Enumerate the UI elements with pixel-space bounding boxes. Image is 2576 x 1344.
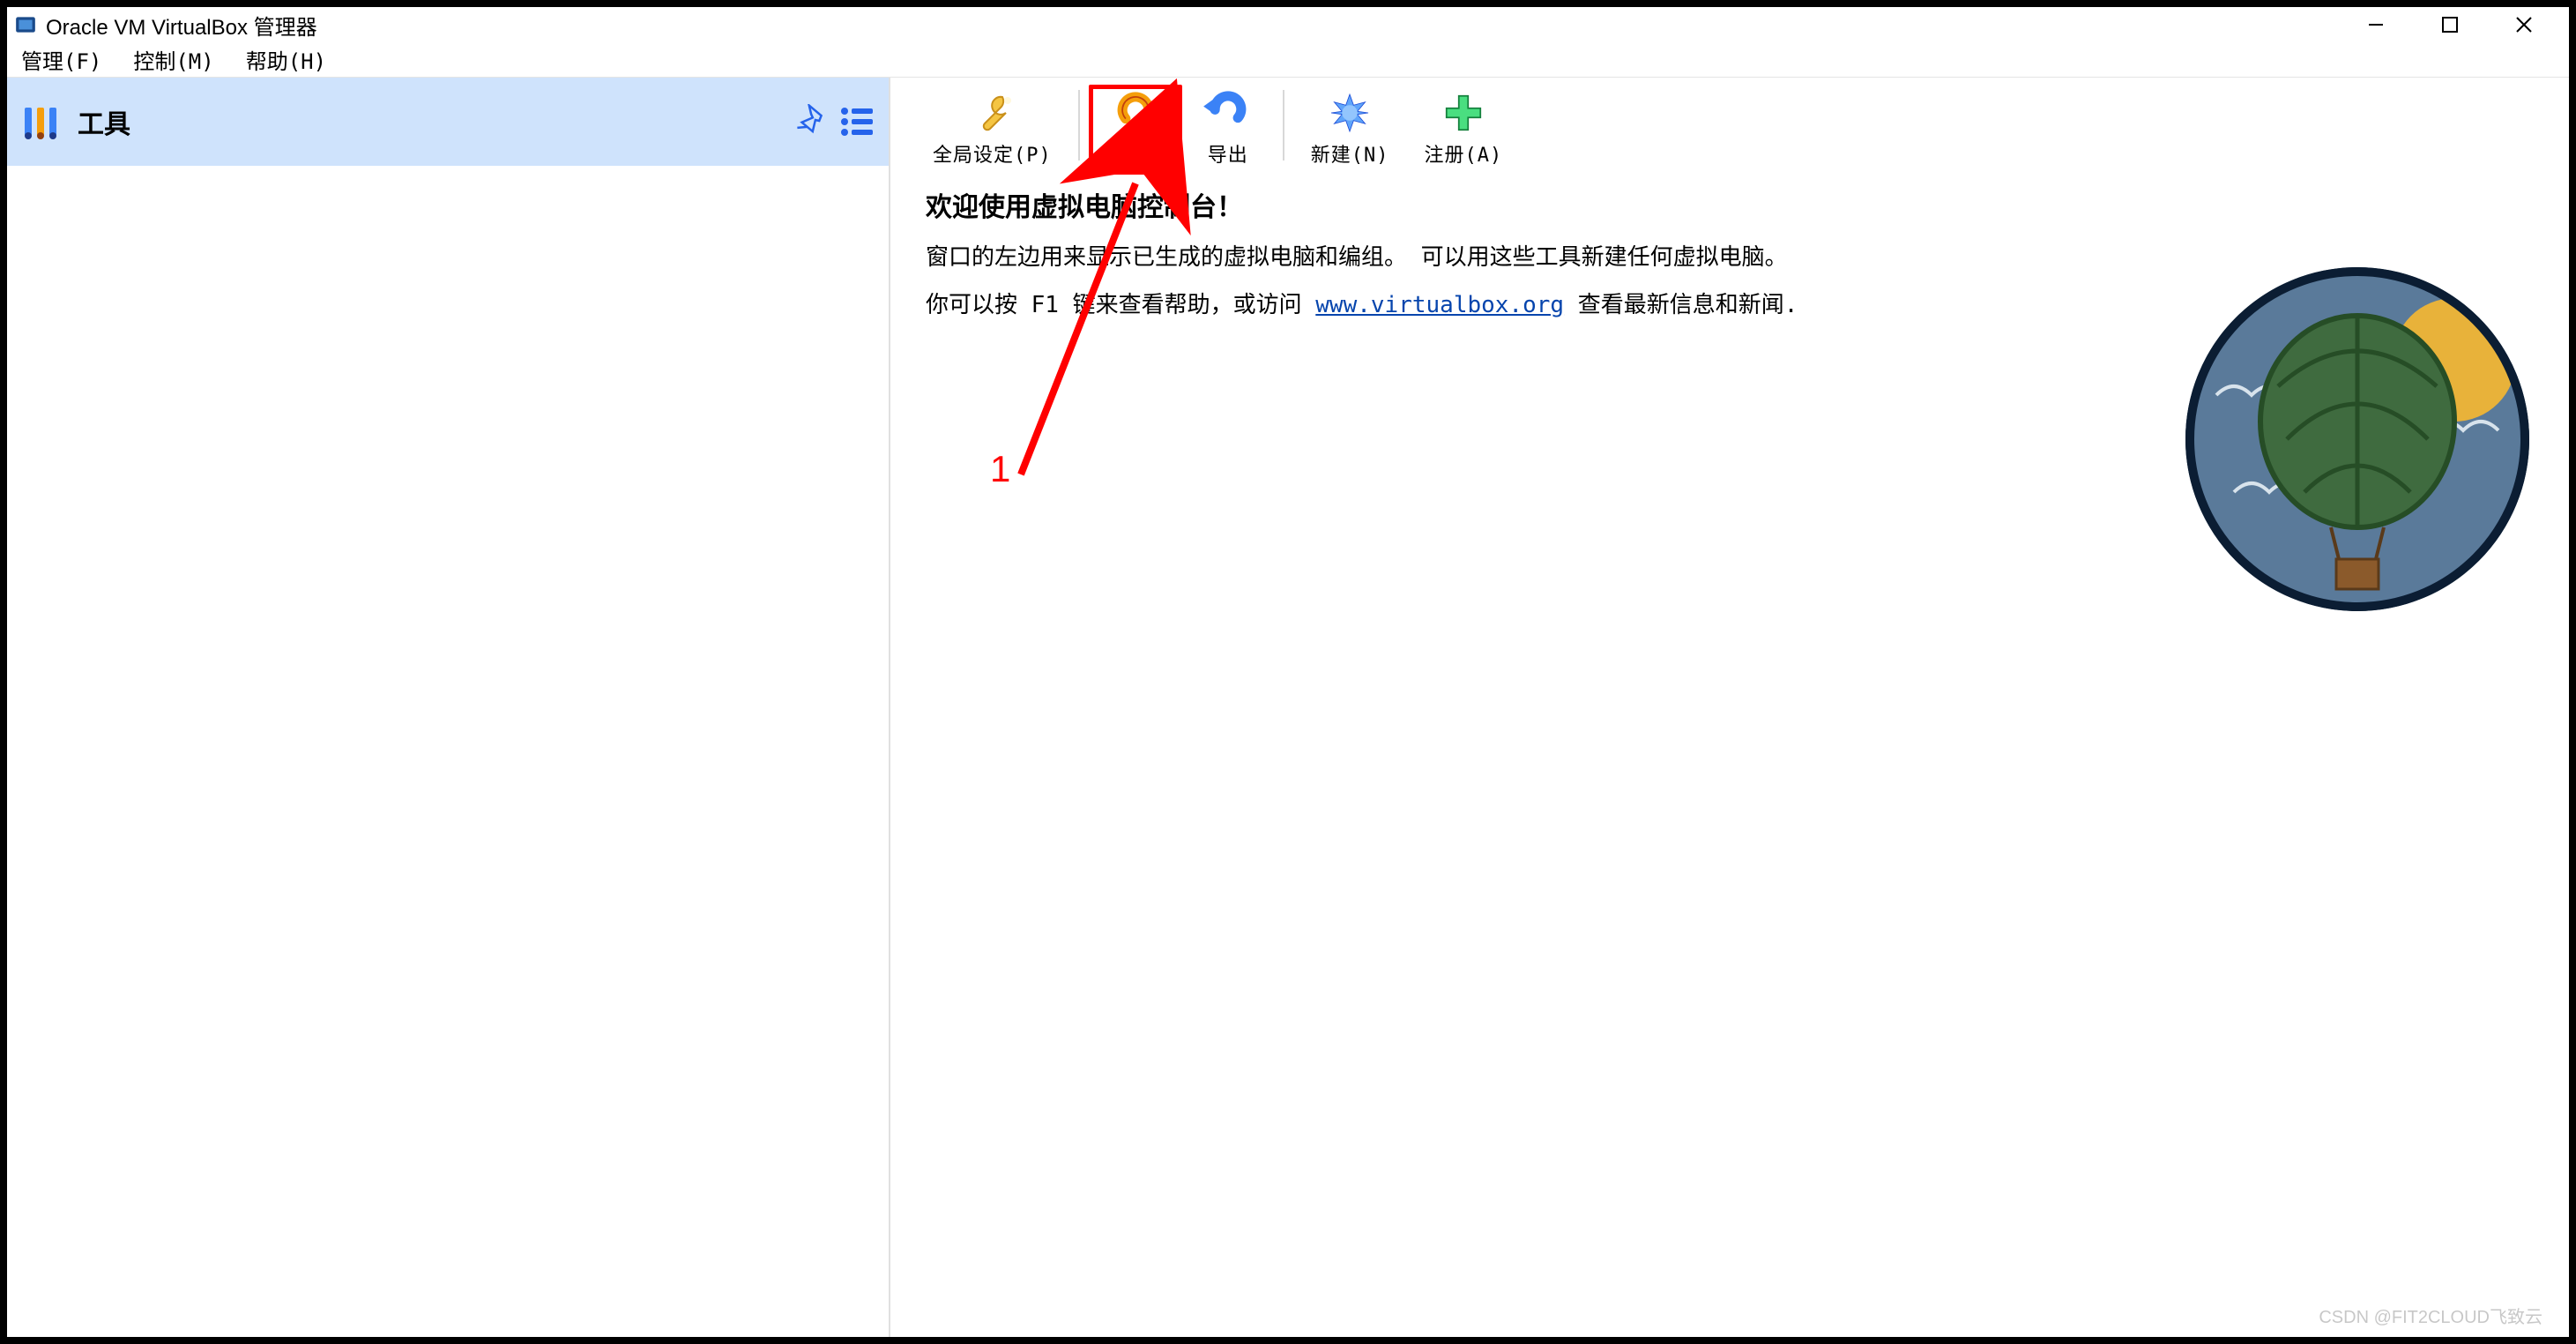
new-icon (1322, 88, 1378, 138)
export-label: 导出 (1208, 139, 1248, 168)
menu-manage[interactable]: 管理(F) (16, 42, 107, 77)
toolbar: 全局设定(P) 导入 (890, 78, 2569, 180)
sidebar-item-tools[interactable]: 工具 (7, 78, 889, 166)
close-button[interactable] (2504, 11, 2544, 38)
register-label: 注册(A) (1425, 139, 1503, 168)
export-button[interactable]: 导出 (1182, 85, 1274, 171)
virtualbox-link[interactable]: www.virtualbox.org (1315, 292, 1564, 318)
add-icon (1435, 88, 1492, 138)
sidebar-item-label: 工具 (78, 102, 130, 141)
welcome-heading: 欢迎使用虚拟电脑控制台！ (926, 187, 2534, 229)
menubar: 管理(F) 控制(M) 帮助(H) (7, 42, 2569, 78)
global-settings-button[interactable]: 全局设定(P) (915, 85, 1069, 171)
import-icon (1107, 89, 1164, 138)
global-settings-label: 全局设定(P) (933, 139, 1052, 168)
welcome-para-2b: 查看最新信息和新闻. (1564, 292, 1798, 318)
annotation-number: 1 (990, 448, 1010, 490)
sidebar: 工具 (7, 78, 890, 1337)
import-label: 导入 (1115, 140, 1156, 168)
toolbar-separator (1078, 90, 1080, 161)
new-label: 新建(N) (1311, 139, 1389, 168)
watermark: CSDN @FIT2CLOUD飞致云 (2319, 1303, 2542, 1328)
main-panel: 全局设定(P) 导入 (890, 78, 2569, 1337)
maximize-button[interactable] (2430, 11, 2470, 38)
menu-help[interactable]: 帮助(H) (241, 42, 331, 77)
minimize-button[interactable] (2356, 11, 2396, 38)
wrench-icon (964, 88, 1020, 138)
list-icon[interactable] (838, 102, 876, 141)
welcome-para-2a: 你可以按 F1 键来查看帮助，或访问 (926, 292, 1315, 318)
titlebar: Oracle VM VirtualBox 管理器 (7, 7, 2569, 42)
new-button[interactable]: 新建(N) (1293, 85, 1407, 171)
menu-control[interactable]: 控制(M) (128, 42, 219, 77)
window-title: Oracle VM VirtualBox 管理器 (46, 10, 317, 41)
import-button[interactable]: 导入 (1089, 85, 1182, 175)
window-controls (2356, 11, 2562, 38)
tools-icon (19, 101, 62, 143)
toolbar-separator (1283, 90, 1284, 161)
app-icon (14, 13, 37, 36)
welcome-illustration (2181, 263, 2534, 616)
export-icon (1200, 88, 1256, 138)
pin-icon[interactable] (792, 104, 827, 139)
register-button[interactable]: 注册(A) (1407, 85, 1521, 171)
